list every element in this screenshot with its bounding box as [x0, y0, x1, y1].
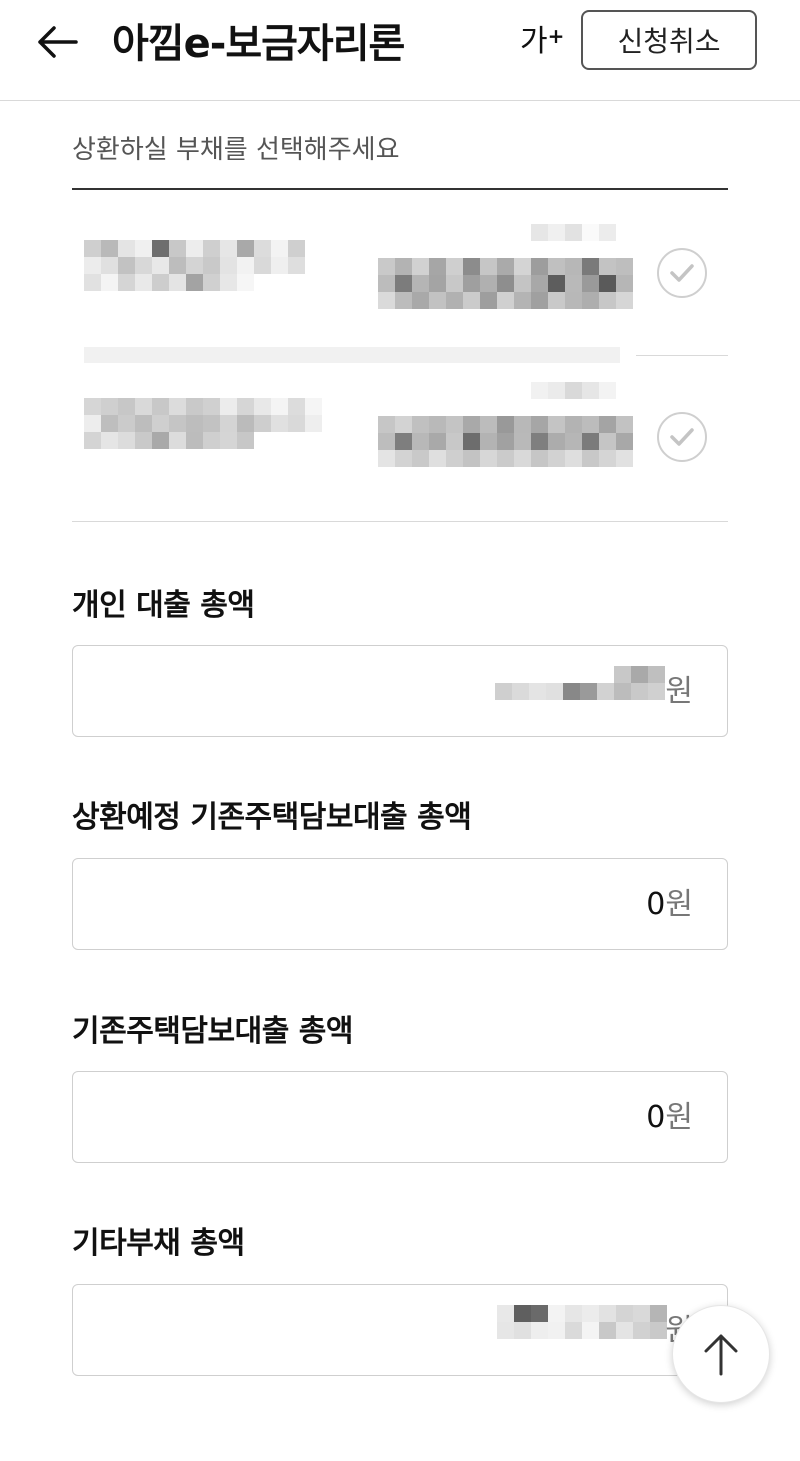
- personal-loan-total-value: 원: [665, 674, 693, 709]
- personal-loan-amount-redacted: [495, 666, 665, 700]
- check-icon: [670, 264, 694, 282]
- debt-name-redacted: [84, 240, 305, 291]
- debt-select-hint: 상환하실 부채를 선택해주세요: [72, 135, 400, 165]
- other-debt-amount-redacted: [497, 1305, 667, 1339]
- debt-name-redacted: [84, 398, 322, 449]
- existing-mortgage-total-field[interactable]: 0원: [72, 1071, 728, 1163]
- cancel-application-button[interactable]: 신청취소: [581, 10, 757, 70]
- app-header: 아낌e-보금자리론 가+ 신청취소: [0, 0, 800, 101]
- other-debt-total-label: 기타부채 총액: [72, 1226, 245, 1261]
- planned-mortgage-total-field[interactable]: 0원: [72, 858, 728, 950]
- other-debt-total-field[interactable]: 원: [72, 1284, 728, 1376]
- existing-mortgage-total-label: 기존주택담보대출 총액: [72, 1014, 353, 1049]
- debt-select-checkbox[interactable]: [657, 412, 707, 462]
- font-size-label: 가: [520, 24, 548, 59]
- debt-item-divider: [72, 521, 728, 522]
- scroll-to-top-button[interactable]: [672, 1305, 770, 1403]
- personal-loan-total-field[interactable]: 원: [72, 645, 728, 737]
- font-size-plus: +: [547, 24, 565, 48]
- existing-mortgage-total-value: 0원: [646, 1100, 693, 1135]
- debt-select-checkbox[interactable]: [657, 248, 707, 298]
- debt-item-1[interactable]: [72, 204, 728, 363]
- page-title: 아낌e-보금자리론: [112, 21, 405, 67]
- debt-item-2[interactable]: [72, 356, 728, 522]
- arrow-left-icon: [38, 26, 78, 58]
- debt-amount-redacted: [378, 382, 633, 467]
- hint-divider: [72, 188, 728, 190]
- font-size-button[interactable]: 가+: [520, 20, 564, 64]
- planned-mortgage-total-value: 0원: [646, 887, 693, 922]
- personal-loan-total-label: 개인 대출 총액: [72, 588, 255, 623]
- debt-amount-redacted: [378, 224, 633, 309]
- planned-mortgage-total-label: 상환예정 기존주택담보대출 총액: [72, 800, 472, 835]
- arrow-up-icon: [704, 1334, 738, 1376]
- back-button[interactable]: [32, 20, 82, 64]
- check-icon: [670, 428, 694, 446]
